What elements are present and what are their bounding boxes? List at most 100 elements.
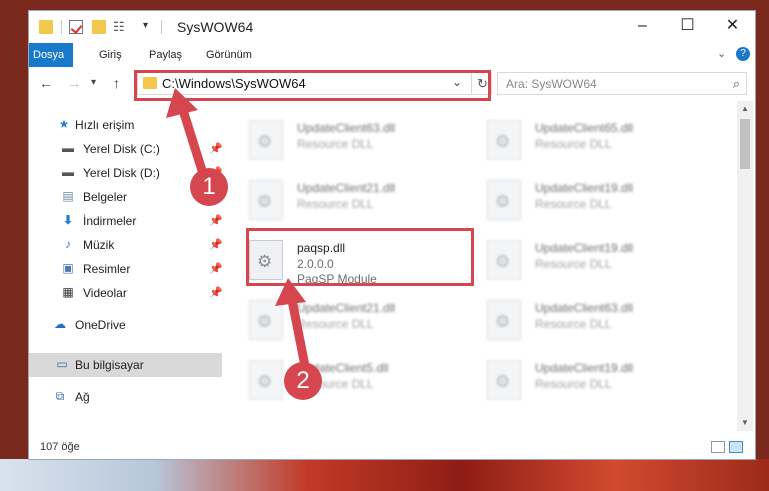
star-icon: ★ (58, 117, 70, 131)
sidebar-item-label: OneDrive (75, 318, 126, 332)
file-name: UpdateClient21.dll (297, 181, 396, 195)
dll-file-icon: ⚙ (249, 360, 283, 400)
sidebar-item-quick-access[interactable]: ★ Hızlı erişim (29, 113, 222, 137)
pin-icon[interactable]: 📌 (209, 286, 223, 299)
sidebar-item-label: Bu bilgisayar (75, 358, 144, 372)
sidebar-item-label: Resimler (83, 262, 131, 276)
gear-icon: ⚙ (495, 312, 511, 331)
tab-gorunum[interactable]: Görünüm (196, 43, 262, 67)
file-name: UpdateClient63.dll (535, 301, 634, 315)
gear-icon: ⚙ (495, 372, 511, 391)
item-count: 107 öğe (40, 441, 80, 453)
gear-icon: ⚙ (257, 132, 273, 151)
gear-icon: ⚙ (257, 252, 273, 271)
sidebar-item-this-pc[interactable]: ▭ Bu bilgisayar (29, 353, 222, 377)
sidebar-item-label: İndirmeler (83, 214, 137, 228)
maximize-button[interactable]: ☐ (665, 11, 710, 41)
file-name: UpdateClient19.dll (535, 181, 634, 195)
cloud-icon: ☁ (54, 317, 66, 331)
dll-file-icon: ⚙ (487, 300, 521, 340)
file-type: Resource DLL (535, 137, 612, 151)
dll-file-icon: ⚙ (249, 180, 283, 220)
gear-icon: ⚙ (495, 192, 511, 211)
network-icon: ⧉ (55, 389, 65, 403)
scroll-up-icon[interactable]: ▲ (737, 101, 753, 117)
file-tile[interactable]: ⚙ UpdateClient19.dll Resource DLL (467, 355, 693, 405)
tab-dosya[interactable]: Dosya (29, 43, 73, 67)
up-arrow-icon[interactable]: ↑ (113, 75, 120, 91)
sidebar-item-downloads[interactable]: ⬇ İndirmeler 📌 (29, 209, 223, 233)
sidebar-item-pictures[interactable]: ▣ Resimler 📌 (29, 257, 222, 281)
gear-icon: ⚙ (257, 372, 273, 391)
pictures-icon: ▣ (62, 261, 74, 275)
chevron-down-icon[interactable]: ⌄ (452, 75, 462, 89)
sidebar-item-local-disk-c[interactable]: ▬ Yerel Disk (C:) 📌 (29, 137, 223, 161)
video-icon: ▦ (62, 285, 74, 299)
desktop-background (0, 459, 769, 491)
dll-file-icon: ⚙ (249, 240, 283, 280)
file-tile[interactable]: ⚙ UpdateClient19.dll Resource DLL (467, 235, 693, 285)
file-type: PaqSP Module (297, 272, 377, 286)
file-tile[interactable]: ⚙ UpdateClient65.dll Resource DLL (467, 115, 693, 165)
properties-icon[interactable] (69, 20, 83, 34)
minimize-button[interactable]: – (620, 11, 665, 41)
file-type: Resource DLL (535, 197, 612, 211)
search-icon[interactable]: ⌕ (733, 76, 740, 92)
pin-icon[interactable]: 📌 (209, 262, 223, 275)
scroll-down-icon[interactable]: ▼ (737, 415, 753, 431)
file-tile[interactable]: ⚙ UpdateClient21.dll Resource DLL (229, 295, 455, 345)
help-icon[interactable]: ? (736, 47, 750, 61)
file-type: Resource DLL (297, 317, 374, 331)
dll-file-icon: ⚙ (487, 360, 521, 400)
dll-file-icon: ⚙ (487, 240, 521, 280)
file-type: Resource DLL (297, 137, 374, 151)
refresh-icon[interactable]: ↻ (471, 73, 493, 94)
search-input[interactable]: Ara: SysWOW64 ⌕ (497, 72, 747, 95)
file-type: Resource DLL (535, 377, 612, 391)
forward-arrow-icon[interactable]: → (67, 75, 81, 91)
tab-giris[interactable]: Giriş (89, 43, 132, 67)
sidebar-item-music[interactable]: ♪ Müzik 📌 (29, 233, 223, 257)
sidebar-item-label: Videolar (83, 286, 127, 300)
tab-paylas[interactable]: Paylaş (139, 43, 192, 67)
folder-icon (143, 77, 157, 89)
drive-icon: ▬ (62, 165, 74, 179)
file-tile[interactable]: ⚙ UpdateClient63.dll Resource DLL (229, 115, 455, 165)
file-name: paqsp.dll (297, 241, 346, 255)
pin-icon[interactable]: 📌 (209, 142, 223, 155)
pin-icon[interactable]: 📌 (209, 214, 223, 227)
sidebar-item-network[interactable]: ⧉ Ağ (29, 385, 222, 409)
sidebar-item-label: Müzik (83, 238, 115, 252)
recent-locations-chevron-icon[interactable]: ▾ (91, 77, 96, 88)
chevron-down-icon[interactable]: ▾ (143, 20, 157, 34)
tiles-view-icon[interactable] (729, 441, 743, 453)
sidebar-item-label: Yerel Disk (C:) (83, 142, 160, 156)
title-bar: ☷ ▾ SysWOW64 – ☐ ✕ (29, 11, 755, 43)
file-type: Resource DLL (297, 197, 374, 211)
file-tile[interactable]: ⚙ UpdateClient5.dll Resource DLL (229, 355, 455, 405)
dll-file-icon: ⚙ (249, 120, 283, 160)
pin-icon[interactable]: 📌 (209, 238, 223, 251)
sidebar-item-onedrive[interactable]: ☁ OneDrive (29, 313, 222, 337)
file-tile[interactable]: ⚙ UpdateClient19.dll Resource DLL (467, 175, 693, 225)
dll-file-icon: ⚙ (487, 180, 521, 220)
file-tile[interactable]: ⚙ UpdateClient63.dll Resource DLL (467, 295, 693, 345)
sidebar-item-videos[interactable]: ▦ Videolar 📌 (29, 281, 222, 305)
vertical-scrollbar[interactable]: ▲ ▼ (737, 101, 753, 431)
details-view-icon[interactable] (711, 441, 725, 453)
file-tile[interactable]: ⚙ UpdateClient21.dll Resource DLL (229, 175, 455, 225)
close-button[interactable]: ✕ (710, 11, 755, 41)
scroll-thumb[interactable] (740, 119, 750, 169)
back-arrow-icon[interactable]: ← (39, 75, 53, 91)
customize-toolbar-icon[interactable]: ☷ (113, 19, 127, 34)
new-folder-icon[interactable] (92, 20, 106, 34)
drive-icon: ▬ (62, 141, 74, 155)
navigation-bar: ← → ▾ ↑ C:\Windows\SysWOW64 ⌄ ↻ Ara: Sys… (29, 67, 755, 101)
divider (161, 20, 162, 34)
gear-icon: ⚙ (257, 192, 273, 211)
file-type: Resource DLL (535, 317, 612, 331)
address-bar[interactable]: C:\Windows\SysWOW64 ⌄ ↻ (137, 72, 492, 95)
file-tile-paqsp[interactable]: ⚙ paqsp.dll 2.0.0.0 PaqSP Module (229, 235, 455, 286)
address-path[interactable]: C:\Windows\SysWOW64 (162, 76, 306, 91)
chevron-down-icon[interactable]: ⌄ (717, 47, 726, 60)
